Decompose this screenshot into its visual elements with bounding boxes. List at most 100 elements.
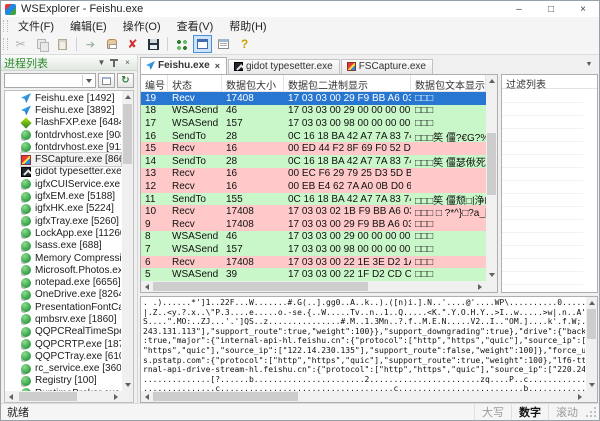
column-header[interactable]: 状态 xyxy=(168,75,222,91)
table-row[interactable]: 16 SendTo 28 0C 16 18 BA 42 A7 7A 83 74 … xyxy=(141,130,486,143)
table-vscrollbar[interactable] xyxy=(486,75,497,281)
menu-item[interactable]: 操作(O) xyxy=(115,20,169,34)
copy-button[interactable] xyxy=(32,35,51,53)
table-row[interactable]: 8 WSASend 46 17 03 03 00 29 00 00 00 00 … xyxy=(141,231,486,244)
column-header[interactable]: 数据包文本显示 xyxy=(411,75,486,91)
close-button[interactable]: × xyxy=(567,2,599,17)
scroll-right-icon[interactable] xyxy=(575,391,586,402)
menu-item[interactable]: 查看(V) xyxy=(169,20,222,34)
scroll-thumb[interactable] xyxy=(123,104,132,164)
process-list-item[interactable]: notepad.exe [6656] xyxy=(21,276,121,288)
table-row[interactable]: 13 Recv 16 00 EC F6 29 79 25 D3 5D B0 0.… xyxy=(141,168,486,181)
table-row[interactable]: 10 Recv 17408 17 03 03 02 1B F9 BB A6 03… xyxy=(141,205,486,218)
scroll-up-icon[interactable] xyxy=(122,91,133,102)
process-list-item[interactable]: FlashFXP.exe [6484] xyxy=(21,117,121,129)
process-list-item[interactable]: Feishu.exe [3892] xyxy=(21,104,121,116)
tab-feishu[interactable]: Feishu.exe × xyxy=(140,57,227,74)
table-row[interactable]: 7 WSASend 157 17 03 03 00 98 00 00 00 00… xyxy=(141,243,486,256)
panel-pin-button[interactable] xyxy=(108,57,121,69)
process-list-item[interactable]: lsass.exe [688] xyxy=(21,240,121,252)
refresh-button[interactable]: ↻ xyxy=(117,73,134,88)
process-list-item[interactable]: fontdrvhost.exe [912] xyxy=(21,141,121,153)
menu-item[interactable]: 编辑(E) xyxy=(62,20,115,34)
maximize-button[interactable]: □ xyxy=(535,2,567,17)
panel-menu-button[interactable]: ▼ xyxy=(95,57,108,69)
hex-hscrollbar[interactable] xyxy=(141,391,586,402)
process-list-item[interactable]: PresentationFontCache.e xyxy=(21,301,121,313)
process-list-item[interactable]: QQPCRealTimeSpeedup xyxy=(21,326,121,338)
process-list-item[interactable]: Microsoft.Photos.exe [13 xyxy=(21,264,121,276)
process-list-item[interactable]: rc_service.exe [3600] xyxy=(21,363,121,375)
scroll-right-icon[interactable] xyxy=(111,391,122,402)
process-filter-combobox[interactable] xyxy=(4,73,96,88)
forward-button[interactable]: ➔ xyxy=(81,35,100,53)
process-list-hscrollbar[interactable] xyxy=(5,391,122,402)
process-list-item[interactable]: fontdrvhost.exe [908] xyxy=(21,129,121,141)
toggle-panel-button[interactable] xyxy=(193,35,212,53)
process-list-item[interactable]: Registry [100] xyxy=(21,375,121,387)
process-list-item[interactable]: igfxCUIService.exe [2540 xyxy=(21,178,121,190)
process-list-item[interactable]: Feishu.exe [1492] xyxy=(21,92,121,104)
table-row[interactable]: 9 Recv 17408 17 03 03 00 29 F9 BB A6 03 … xyxy=(141,218,486,231)
scroll-thumb[interactable] xyxy=(153,392,298,401)
tab-gidot[interactable]: gidot typesetter.exe xyxy=(228,59,340,74)
column-header[interactable]: 编号 xyxy=(141,75,168,91)
process-list-item[interactable]: igfxHK.exe [5224] xyxy=(21,203,121,215)
hex-vscrollbar[interactable] xyxy=(586,297,597,391)
process-list-item[interactable]: igfxTray.exe [5260] xyxy=(21,215,121,227)
process-list-item[interactable]: igfxEM.exe [5188] xyxy=(21,190,121,202)
scroll-thumb[interactable] xyxy=(19,392,77,401)
scroll-down-icon[interactable] xyxy=(122,380,133,391)
scroll-thumb[interactable] xyxy=(587,309,596,339)
scroll-thumb[interactable] xyxy=(487,133,496,195)
hex-dump[interactable]: . .)......*']1..22F...W.......#.G(..].gg… xyxy=(143,298,585,391)
scroll-up-icon[interactable] xyxy=(586,297,597,308)
properties-button[interactable] xyxy=(214,35,233,53)
panel-close-button[interactable]: × xyxy=(121,57,134,69)
save-button[interactable] xyxy=(144,35,163,53)
tab-overflow-button[interactable]: ▼ xyxy=(582,59,596,71)
scroll-right-icon[interactable] xyxy=(475,281,486,292)
process-list-vscrollbar[interactable] xyxy=(122,91,133,391)
tab-fscapture[interactable]: FSCapture.exe xyxy=(341,59,433,74)
column-header[interactable]: 数据包二进制显示 xyxy=(284,75,411,91)
capture-options-button[interactable] xyxy=(172,35,191,53)
clear-button[interactable]: ✘ xyxy=(123,35,142,53)
process-list-item[interactable]: QQPCRTP.exe [1872] xyxy=(21,338,121,350)
panel-icon xyxy=(197,39,208,49)
process-list-item[interactable]: qmbsrv.exe [1860] xyxy=(21,313,121,325)
scroll-thumb[interactable] xyxy=(153,282,368,291)
process-list-item[interactable]: LockApp.exe [11260] xyxy=(21,227,121,239)
tab-close-icon[interactable]: × xyxy=(215,61,220,71)
help-button[interactable]: ? xyxy=(235,35,254,53)
scroll-left-icon[interactable] xyxy=(5,391,16,402)
scroll-up-icon[interactable] xyxy=(486,75,497,86)
pause-capture-button[interactable] xyxy=(102,35,121,53)
minimize-button[interactable]: – xyxy=(503,2,535,17)
filter-list[interactable] xyxy=(502,90,597,292)
process-list-item[interactable]: Memory Compression [2 xyxy=(21,252,121,264)
cut-button[interactable]: ✂ xyxy=(11,35,30,53)
scroll-down-icon[interactable] xyxy=(486,270,497,281)
column-header[interactable]: 数据包大小 xyxy=(222,75,284,91)
table-row[interactable]: 19 Recv 17408 17 03 03 00 29 F9 BB A6 03… xyxy=(141,92,486,105)
menu-item[interactable]: 帮助(H) xyxy=(221,20,274,34)
table-row[interactable]: 18 WSASend 46 17 03 03 00 29 00 00 00 00… xyxy=(141,105,486,118)
paste-button[interactable] xyxy=(53,35,72,53)
table-row[interactable]: 14 SendTo 28 0C 16 18 BA 42 A7 7A 83 74 … xyxy=(141,155,486,168)
scroll-left-icon[interactable] xyxy=(141,281,152,292)
combo-caret-icon[interactable] xyxy=(82,75,94,86)
process-list-item[interactable]: QQPCTray.exe [6100] xyxy=(21,350,121,362)
scroll-left-icon[interactable] xyxy=(141,391,152,402)
menu-item[interactable]: 文件(F) xyxy=(10,20,62,34)
table-row[interactable]: 6 Recv 17408 17 03 03 00 22 1E 3E D2 1A … xyxy=(141,256,486,269)
table-hscrollbar[interactable] xyxy=(141,281,486,292)
table-row[interactable]: 5 WSASend 39 17 03 03 00 22 1F D2 CD CF … xyxy=(141,268,486,281)
process-list-item[interactable]: FSCapture.exe [8668] xyxy=(21,153,121,165)
resize-grip[interactable] xyxy=(585,406,598,419)
attach-process-button[interactable] xyxy=(98,73,115,88)
filter-panel-title[interactable]: 过滤列表 xyxy=(502,75,597,89)
scroll-down-icon[interactable] xyxy=(586,380,597,391)
process-list-item[interactable]: gidot typesetter.exe [387 xyxy=(21,166,121,178)
process-list-item[interactable]: OneDrive.exe [8264] xyxy=(21,289,121,301)
